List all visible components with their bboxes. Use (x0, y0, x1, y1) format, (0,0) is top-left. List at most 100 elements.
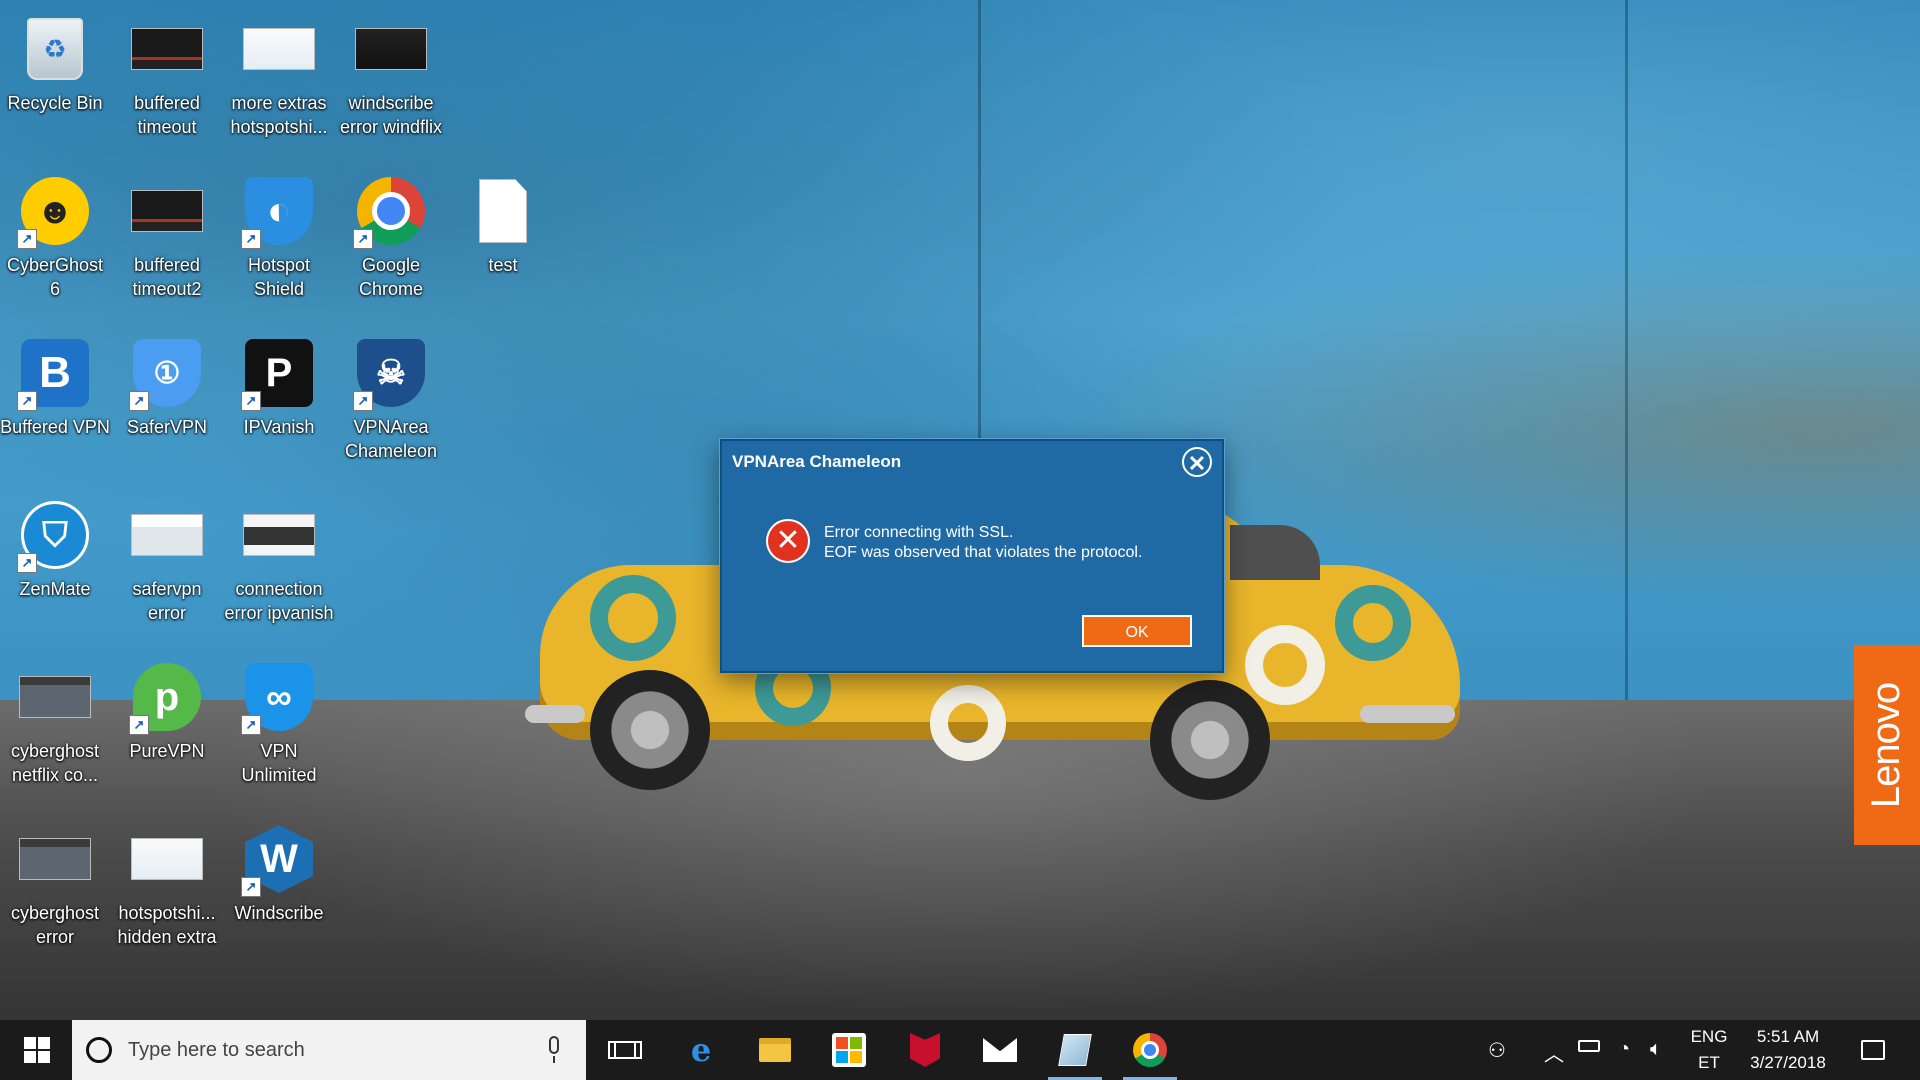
desktop-icon-label: Recycle Bin (7, 93, 103, 113)
lenovo-text: Lenovo (1864, 682, 1909, 808)
desktop-icon-label: Buffered VPN (0, 417, 110, 437)
error-icon: ✕ (766, 519, 810, 563)
desktop-icon-purevpn[interactable]: p ↗ PureVPN (112, 653, 222, 803)
desktop-icon-label: more extras hotspotshi... (230, 93, 328, 137)
action-center-button[interactable] (1840, 1020, 1906, 1080)
file-explorer-button[interactable] (742, 1020, 808, 1080)
mcafee-button[interactable] (892, 1020, 958, 1080)
screenshot-thumbnail-icon (355, 13, 427, 85)
desktop-icon-label: connection error ipvanish (224, 579, 334, 623)
safervpn-icon: ① ↗ (129, 337, 203, 411)
desktop-icon-cyberghost-error[interactable]: cyberghost error (0, 815, 110, 965)
desktop-icon-zenmate[interactable]: ⛉ ↗ ZenMate (0, 491, 110, 641)
desktop-icon-label: SaferVPN (126, 417, 208, 437)
battery-icon[interactable] (1578, 1040, 1600, 1052)
car-bumper (1360, 705, 1455, 723)
vpnarea-chameleon-icon: ☠ ↗ (353, 337, 427, 411)
start-button[interactable] (4, 1020, 70, 1080)
screenshot-thumbnail-icon (131, 13, 203, 85)
volume-icon[interactable]: 🔈︎ (1650, 1038, 1662, 1061)
desktop-icon-buffered-timeout[interactable]: buffered timeout (112, 5, 222, 155)
screenshot-thumbnail-icon (131, 499, 203, 571)
wifi-icon[interactable]: ◔ (1618, 1038, 1630, 1061)
desktop-icon-windscribe[interactable]: W ↗ Windscribe (224, 815, 334, 965)
desktop-icon-more-extras[interactable]: more extras hotspotshi... (224, 5, 334, 155)
ipvanish-icon: P ↗ (241, 337, 315, 411)
store-button[interactable] (816, 1020, 882, 1080)
error-dialog: VPNArea Chameleon ✕ ✕ Error connecting w… (720, 439, 1224, 673)
car-pattern-ring (590, 575, 676, 661)
purevpn-icon: p ↗ (129, 661, 203, 735)
desktop-icon-vpn-unlimited[interactable]: ∞ ↗ VPN Unlimited (224, 653, 334, 803)
screenshot-thumbnail-icon (19, 823, 91, 895)
lenovo-logo: Lenovo (1854, 645, 1920, 845)
mail-button[interactable] (967, 1020, 1033, 1080)
chrome-icon: ↗ (353, 175, 427, 249)
desktop-icon-cyberghost[interactable]: ☻ ↗ CyberGhost 6 (0, 167, 110, 317)
desktop-icon-safervpn[interactable]: ① ↗ SaferVPN (112, 329, 222, 479)
desktop-icon-safervpn-error[interactable]: safervpn error (112, 491, 222, 641)
mail-icon (983, 1038, 1017, 1062)
desktop-icon-recycle-bin[interactable]: ♻ Recycle Bin (0, 5, 110, 155)
desktop-icon-label: test (488, 255, 518, 275)
desktop-icon-connection-error-ipvanish[interactable]: connection error ipvanish (224, 491, 334, 641)
desktop-icon-test[interactable]: test (448, 167, 558, 317)
desktop-icon-cyberghost-netflix[interactable]: cyberghost netflix co... (0, 653, 110, 803)
store-icon (832, 1033, 866, 1067)
notes-icon (1058, 1034, 1092, 1066)
chevron-up-icon[interactable]: ︿ (1544, 1038, 1564, 1067)
desktop-icon-label: Google Chrome (358, 255, 424, 299)
chrome-taskbar-button[interactable] (1117, 1020, 1183, 1080)
screenshot-thumbnail-icon (243, 13, 315, 85)
dialog-message-line1: Error connecting with SSL. (824, 524, 1014, 541)
edge-button[interactable]: e (668, 1020, 734, 1080)
zenmate-icon: ⛉ ↗ (17, 499, 91, 573)
chrome-icon (1133, 1033, 1167, 1067)
desktop-icon-label: CyberGhost 6 (6, 255, 104, 299)
desktop-icon-label: IPVanish (243, 417, 315, 437)
notification-icon (1861, 1040, 1885, 1060)
clock[interactable]: 5:51 AM 3/27/2018 (1740, 1024, 1836, 1076)
desktop-icon-label: VPNArea Chameleon (344, 417, 438, 461)
desktop-icon-label: PureVPN (129, 741, 205, 761)
desktop-icon-label: VPN Unlimited (241, 741, 317, 785)
dialog-message: Error connecting with SSL. EOF was obser… (824, 523, 1142, 563)
vpn-unlimited-icon: ∞ ↗ (241, 661, 315, 735)
desktop-icon-label: buffered timeout (134, 93, 200, 137)
desktop-icon-hotspotshield-hidden-extra[interactable]: hotspotshi... hidden extra (112, 815, 222, 965)
desktop-icon-google-chrome[interactable]: ↗ Google Chrome (336, 167, 446, 317)
taskbar: Type here to search e ⚇ ︿ ◔ 🔈︎ ENG ET 5:… (0, 1020, 1920, 1080)
desktop-icon-buffered-timeout2[interactable]: buffered timeout2 (112, 167, 222, 317)
desktop-icon-vpnarea-chameleon[interactable]: ☠ ↗ VPNArea Chameleon (336, 329, 446, 479)
windscribe-icon: W ↗ (241, 823, 315, 897)
text-file-icon (467, 175, 539, 247)
close-icon[interactable]: ✕ (1182, 447, 1212, 477)
clock-time: 5:51 AM (1756, 1027, 1820, 1046)
screenshot-thumbnail-icon (19, 661, 91, 733)
notes-button[interactable] (1042, 1020, 1108, 1080)
people-icon[interactable]: ⚇ (1488, 1038, 1506, 1063)
buffered-vpn-icon: B ↗ (17, 337, 91, 411)
task-view-button[interactable] (592, 1020, 658, 1080)
desktop-icon-label: ZenMate (19, 579, 91, 599)
desktop-icon-ipvanish[interactable]: P ↗ IPVanish (224, 329, 334, 479)
hotspot-shield-icon: ◐ ↗ (241, 175, 315, 249)
screenshot-thumbnail-icon (131, 823, 203, 895)
desktop-icon-buffered-vpn[interactable]: B ↗ Buffered VPN (0, 329, 110, 479)
search-placeholder: Type here to search (128, 1038, 305, 1061)
desktop-icon-label: safervpn error (132, 579, 202, 623)
car-wheel (590, 670, 710, 790)
desktop-icon-hotspot-shield[interactable]: ◐ ↗ Hotspot Shield (224, 167, 334, 317)
windows-icon (24, 1037, 50, 1063)
search-box[interactable]: Type here to search (72, 1020, 586, 1080)
desktop-icon-label: cyberghost error (10, 903, 100, 947)
desktop-icon-label: cyberghost netflix co... (10, 741, 100, 785)
car-pattern-ring (930, 685, 1006, 761)
ok-button[interactable]: OK (1082, 615, 1192, 647)
car-wheel (1150, 680, 1270, 800)
desktop-icon-windscribe-error[interactable]: windscribe error windflix (336, 5, 446, 155)
clock-date: 3/27/2018 (1750, 1053, 1826, 1072)
desktop-icon-label: hotspotshi... hidden extra (117, 903, 217, 947)
microphone-icon[interactable] (546, 1036, 562, 1064)
language-indicator[interactable]: ENG ET (1682, 1024, 1736, 1076)
